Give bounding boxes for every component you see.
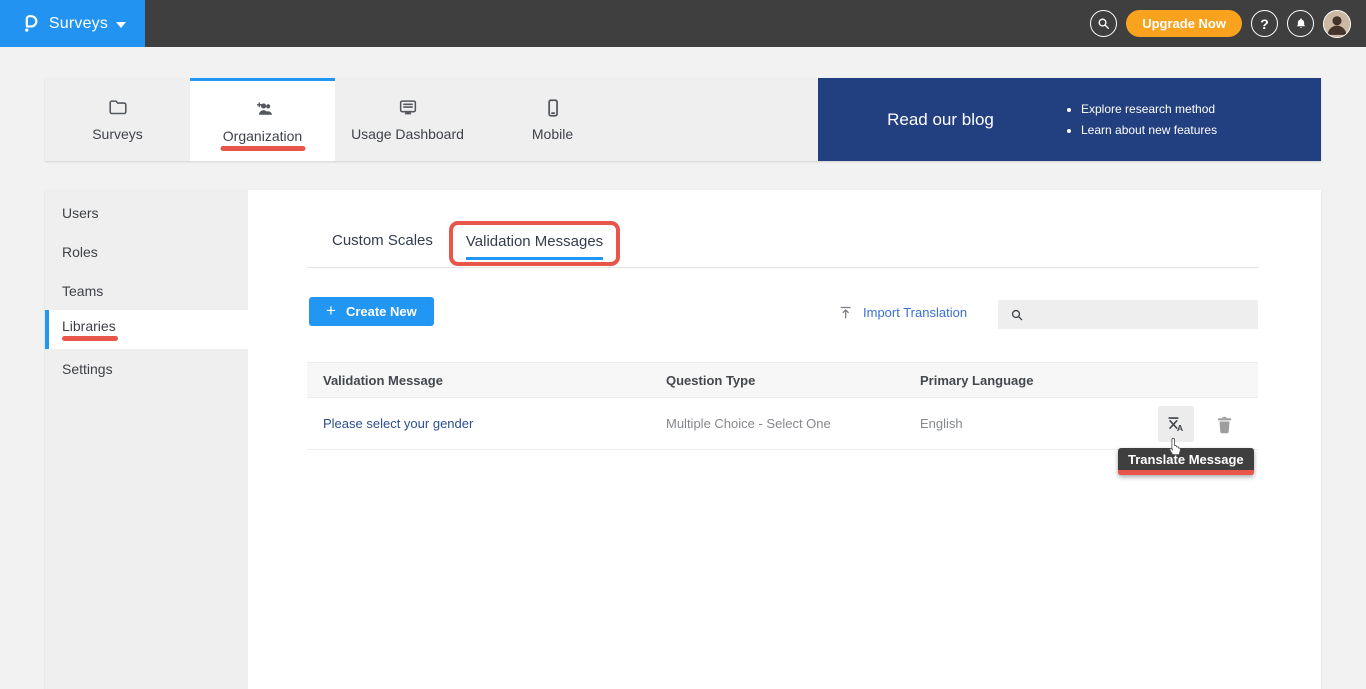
validation-message-link[interactable]: Please select your gender xyxy=(323,416,473,431)
column-header-validation-message: Validation Message xyxy=(307,373,666,388)
module-nav: Surveys Organization xyxy=(45,78,1321,161)
import-translation-link[interactable]: Import Translation xyxy=(838,300,967,324)
tab-custom-scales[interactable]: Custom Scales xyxy=(332,232,433,266)
blog-banner-bullets: Explore research method Learn about new … xyxy=(1063,99,1217,141)
library-tabs: Custom Scales Validation Messages xyxy=(332,221,620,266)
search-input[interactable] xyxy=(1032,300,1258,329)
chevron-down-icon xyxy=(116,22,126,28)
search-icon xyxy=(1096,16,1111,31)
tab-validation-messages[interactable]: Validation Messages xyxy=(466,233,603,260)
blog-bullet: Explore research method xyxy=(1081,99,1217,120)
module-tab-mobile[interactable]: Mobile xyxy=(480,78,625,161)
svg-text:A: A xyxy=(1177,423,1184,433)
module-tab-surveys[interactable]: Surveys xyxy=(45,78,190,161)
annotation-underline-organization xyxy=(220,146,305,151)
sidebar-item-label: Users xyxy=(62,205,248,221)
validation-messages-table: Validation Message Question Type Primary… xyxy=(307,362,1258,450)
bell-icon xyxy=(1294,16,1308,31)
column-header-question-type: Question Type xyxy=(666,373,920,388)
create-new-label: Create New xyxy=(346,304,417,319)
sidebar-item-label: Teams xyxy=(62,283,248,299)
settings-sidebar: Users Roles Teams Libraries Settings xyxy=(45,190,248,689)
module-tab-label: Surveys xyxy=(92,126,143,142)
product-switcher[interactable]: Surveys xyxy=(0,0,145,47)
blog-banner-title[interactable]: Read our blog xyxy=(818,110,1063,130)
table-search xyxy=(998,300,1258,329)
annotation-box-validation-messages: Validation Messages xyxy=(449,221,620,266)
annotation-underline-tooltip xyxy=(1118,470,1254,475)
column-header-primary-language: Primary Language xyxy=(920,373,1258,388)
import-translation-label: Import Translation xyxy=(863,305,967,320)
primary-language-cell: English xyxy=(920,416,1258,431)
table-row: Please select your gender Multiple Choic… xyxy=(307,398,1258,450)
trash-icon xyxy=(1214,413,1235,436)
screen: Surveys Upgrade Now ? xyxy=(0,0,1366,689)
table-header-row: Validation Message Question Type Primary… xyxy=(307,362,1258,398)
notifications-button[interactable] xyxy=(1287,10,1314,37)
translate-icon: A xyxy=(1165,413,1187,435)
mobile-icon xyxy=(542,97,564,119)
module-tab-label: Usage Dashboard xyxy=(351,126,464,142)
content-card: Users Roles Teams Libraries Settings Cus… xyxy=(45,190,1321,689)
add-users-icon xyxy=(251,99,275,121)
upgrade-now-button[interactable]: Upgrade Now xyxy=(1126,10,1242,37)
topbar-search-button[interactable] xyxy=(1090,10,1117,37)
module-tab-organization[interactable]: Organization xyxy=(190,78,335,161)
delete-message-button[interactable] xyxy=(1212,411,1236,437)
validation-message-cell: Please select your gender xyxy=(307,416,666,431)
user-avatar[interactable] xyxy=(1323,10,1351,38)
create-new-button[interactable]: + Create New xyxy=(309,297,434,326)
sidebar-item-teams[interactable]: Teams xyxy=(45,271,248,310)
product-name: Surveys xyxy=(49,15,108,33)
translate-message-button[interactable]: A xyxy=(1158,406,1194,442)
plus-icon: + xyxy=(326,301,336,321)
sidebar-item-libraries[interactable]: Libraries xyxy=(45,310,248,349)
search-icon xyxy=(1009,307,1025,323)
tooltip-label: Translate Message xyxy=(1118,448,1254,470)
folder-icon xyxy=(107,97,129,119)
upload-icon xyxy=(838,304,854,321)
module-tab-label: Organization xyxy=(223,128,302,144)
tabs-divider xyxy=(307,267,1258,268)
translate-tooltip: Translate Message xyxy=(1118,448,1254,475)
sidebar-item-label: Libraries xyxy=(62,318,248,334)
topbar: Surveys Upgrade Now ? xyxy=(0,0,1366,47)
module-tab-usage-dashboard[interactable]: Usage Dashboard xyxy=(335,78,480,161)
libraries-panel: Custom Scales Validation Messages + Crea… xyxy=(248,190,1321,689)
dashboard-icon xyxy=(396,97,420,119)
sidebar-item-label: Settings xyxy=(62,361,248,377)
sidebar-item-label: Roles xyxy=(62,244,248,260)
module-tab-label: Mobile xyxy=(532,126,573,142)
sidebar-item-users[interactable]: Users xyxy=(45,193,248,232)
blog-banner: Read our blog Explore research method Le… xyxy=(818,78,1321,161)
questionpro-logo-icon xyxy=(19,12,41,35)
question-mark-icon: ? xyxy=(1260,16,1269,32)
sidebar-item-settings[interactable]: Settings xyxy=(45,349,248,388)
topbar-actions: Upgrade Now ? xyxy=(1090,0,1351,47)
sidebar-item-roles[interactable]: Roles xyxy=(45,232,248,271)
annotation-underline-libraries xyxy=(62,336,118,341)
help-button[interactable]: ? xyxy=(1251,10,1278,37)
blog-bullet: Learn about new features xyxy=(1081,120,1217,141)
question-type-cell: Multiple Choice - Select One xyxy=(666,416,920,431)
